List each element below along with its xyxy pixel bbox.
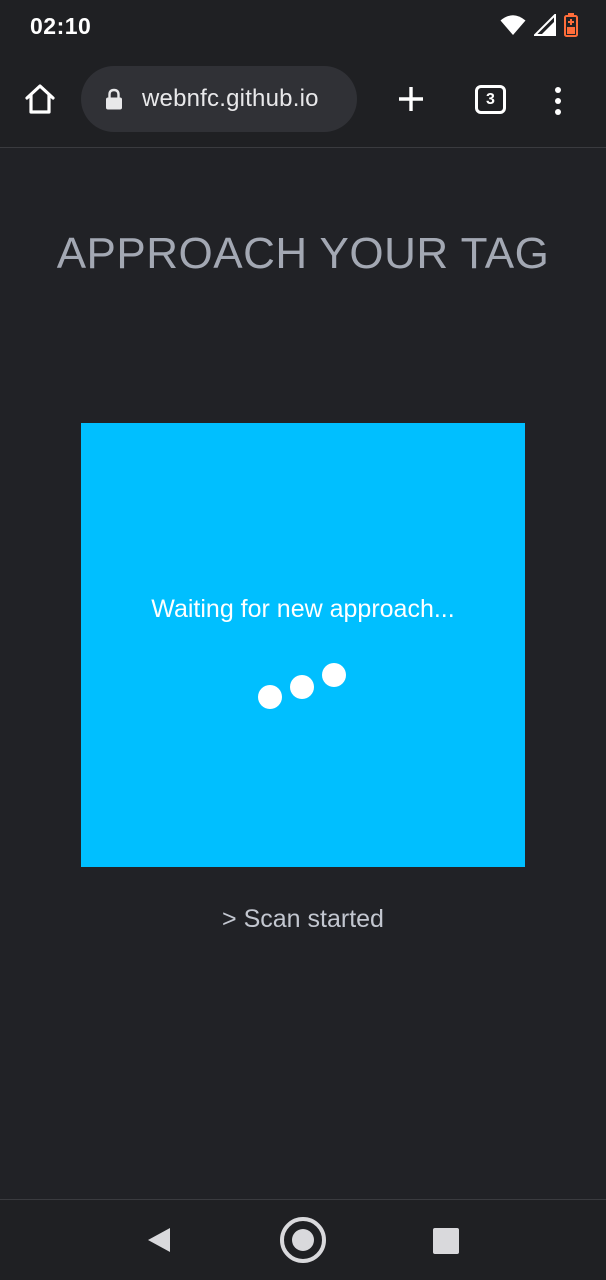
new-tab-button[interactable] <box>390 80 432 122</box>
browser-toolbar: webnfc.github.io 3 <box>0 54 606 148</box>
scan-message: Waiting for new approach... <box>151 595 455 623</box>
tab-switcher-button[interactable]: 3 <box>475 85 506 114</box>
scan-log: > Scan started <box>222 905 384 933</box>
status-bar: 02:10 <box>0 0 606 54</box>
home-icon <box>23 82 57 121</box>
home-button[interactable] <box>18 79 62 123</box>
nav-bar <box>0 1199 606 1280</box>
back-icon[interactable] <box>146 1226 172 1254</box>
recents-icon[interactable] <box>433 1228 459 1254</box>
scan-box: Waiting for new approach... <box>81 423 525 867</box>
more-vert-icon[interactable] <box>544 80 572 122</box>
battery-icon <box>564 12 578 42</box>
tab-count: 3 <box>486 90 495 108</box>
page-title: APPROACH YOUR TAG <box>56 229 550 278</box>
plus-icon <box>397 85 425 118</box>
status-icons <box>500 12 578 42</box>
status-time: 02:10 <box>30 13 92 39</box>
lock-icon <box>103 87 125 111</box>
wifi-icon <box>500 14 526 41</box>
loading-dots-icon <box>258 685 282 709</box>
url-bar[interactable]: webnfc.github.io <box>81 66 357 132</box>
screen: 02:10 webnfc.github.io 3 APPROACH YOUR T… <box>0 0 606 1280</box>
home-circle-icon[interactable] <box>280 1217 326 1263</box>
cell-signal-icon <box>532 12 556 41</box>
loading-dots-icon <box>290 675 314 699</box>
loading-dots-icon <box>322 663 346 687</box>
url-text: webnfc.github.io <box>142 85 319 112</box>
